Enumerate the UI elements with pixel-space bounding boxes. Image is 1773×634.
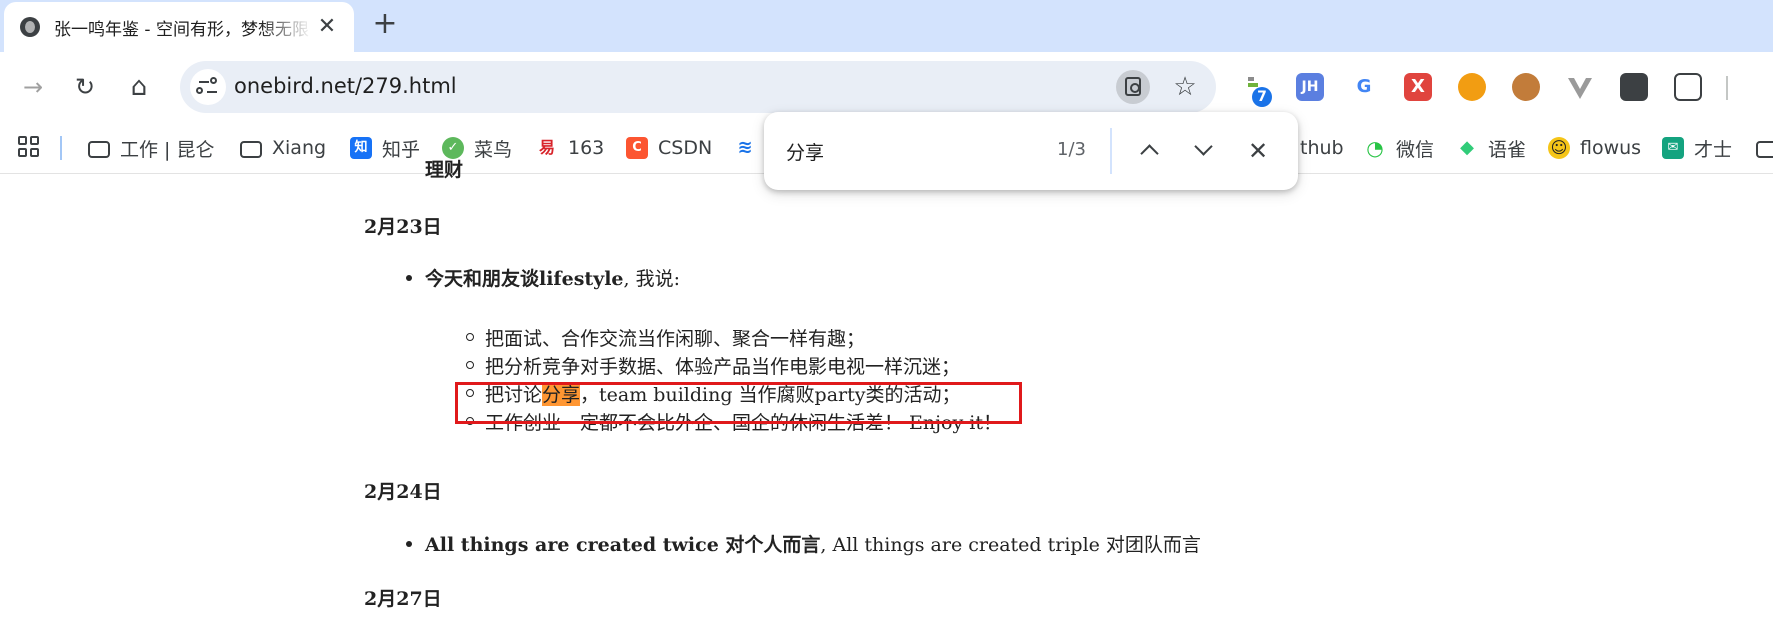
bookmark-github[interactable]: thub: [1300, 122, 1344, 174]
cookie-icon[interactable]: [1512, 73, 1540, 101]
bookmark-flowus[interactable]: ☺ flowus: [1548, 122, 1641, 174]
bookmark-partial-hidden[interactable]: ≋: [734, 122, 766, 174]
toolbar-divider: [1726, 76, 1728, 100]
bookmark-overflow-folder[interactable]: [1756, 122, 1773, 174]
sub-list-item: 把分析竞争对手数据、体验产品当作电影电视一样沉迷；: [485, 356, 961, 378]
bookmark-label: 163: [568, 137, 605, 159]
extension-badge: 7: [1252, 87, 1272, 107]
find-match-count: 1/3: [1057, 139, 1086, 160]
bookmark-label: thub: [1300, 137, 1344, 159]
bullet-circle: [466, 361, 474, 369]
bullet-circle: [466, 333, 474, 341]
bookmark-work-folder[interactable]: 工作 | 昆仑: [88, 122, 214, 174]
date-heading: 2月27日: [364, 588, 442, 610]
bookmark-caishi[interactable]: ✉ 才士: [1662, 122, 1732, 174]
layers-icon: ≋: [734, 137, 756, 159]
csdn-icon: C: [626, 137, 648, 159]
list-item: All things are created twice 对个人而言, All …: [425, 534, 1201, 556]
folder-icon: [1756, 141, 1773, 158]
date-heading: 2月23日: [364, 216, 442, 238]
bookmarks-separator: [60, 136, 62, 160]
bookmark-label: 菜鸟: [474, 138, 513, 161]
vue-icon[interactable]: [1566, 73, 1594, 101]
puzzle-icon[interactable]: [1674, 73, 1702, 101]
chevron-down-icon: [1194, 137, 1213, 156]
find-separator: [1110, 128, 1112, 174]
zhihu-icon: 知: [350, 137, 372, 159]
bookmark-wechat[interactable]: ◔ 微信: [1364, 122, 1434, 174]
find-next-button[interactable]: [1186, 133, 1222, 169]
find-close-icon[interactable]: ✕: [1240, 133, 1276, 169]
tab-title: 张一鸣年鉴 - 空间有形，梦想无限: [54, 19, 309, 40]
bookmark-label: 微信: [1396, 138, 1435, 161]
bookmark-xiang-folder[interactable]: Xiang: [240, 122, 326, 174]
bookmark-label: 工作 | 昆仑: [120, 138, 215, 161]
bookmark-label: CSDN: [658, 137, 713, 159]
reload-icon[interactable]: ↻: [68, 70, 102, 104]
tab-strip: 张一鸣年鉴 - 空间有形，梦想无限 ✕ +: [0, 0, 1773, 52]
caishi-icon: ✉: [1662, 137, 1684, 159]
find-previous-button[interactable]: [1132, 133, 1168, 169]
home-icon[interactable]: ⌂: [122, 70, 156, 104]
bookmark-163[interactable]: 易 163: [536, 122, 604, 174]
incognito-icon[interactable]: [1620, 73, 1648, 101]
bookmark-csdn[interactable]: C CSDN: [626, 122, 712, 174]
folder-icon: [240, 141, 262, 158]
bookmark-label: Xiang: [272, 137, 327, 159]
new-tab-button[interactable]: +: [370, 9, 400, 40]
address-bar[interactable]: onebird.net/279.html ☆: [180, 61, 1216, 113]
clock-icon[interactable]: [1458, 73, 1486, 101]
find-input[interactable]: 分享: [786, 138, 824, 165]
sub-list-item: 把面试、合作交流当作闲聊、聚合一样有趣；: [485, 328, 866, 350]
bullet-disc: [406, 541, 412, 547]
list-item: 今天和朋友谈lifestyle, 我说:: [425, 268, 681, 290]
translate-icon[interactable]: G: [1350, 73, 1378, 101]
annotation-box: [455, 382, 1022, 424]
chevron-up-icon: [1140, 144, 1159, 163]
find-in-page-icon[interactable]: [1116, 70, 1150, 104]
bookmark-yuque[interactable]: ◆ 语雀: [1456, 122, 1526, 174]
url-text[interactable]: onebird.net/279.html: [234, 74, 457, 98]
x-icon[interactable]: X: [1404, 73, 1432, 101]
date-heading: 2月24日: [364, 481, 442, 503]
bookmark-label: 语雀: [1488, 138, 1527, 161]
site-settings-icon[interactable]: [190, 69, 226, 105]
apps-icon[interactable]: [18, 136, 40, 158]
bookmark-zhihu[interactable]: 知 知乎: [350, 122, 420, 174]
find-bar: 分享 1/3 ✕: [764, 112, 1298, 190]
bookmark-star-icon[interactable]: ☆: [1168, 70, 1202, 104]
partial-top-text: 理财: [425, 159, 464, 181]
forward-icon[interactable]: →: [16, 70, 50, 104]
bullet-disc: [406, 275, 412, 281]
globe-icon: [20, 17, 40, 37]
wechat-icon: ◔: [1364, 137, 1386, 159]
flowus-icon: ☺: [1548, 137, 1570, 159]
active-tab[interactable]: 张一鸣年鉴 - 空间有形，梦想无限 ✕: [4, 2, 354, 52]
netease-icon: 易: [536, 137, 558, 159]
yuque-icon: ◆: [1456, 137, 1478, 159]
jh-icon[interactable]: JH: [1296, 73, 1324, 101]
tab-close-icon[interactable]: ✕: [316, 16, 338, 38]
folder-icon: [88, 141, 110, 158]
bookmark-label: 才士: [1694, 138, 1733, 161]
bookmark-label: 知乎: [382, 138, 421, 161]
bookmark-label: flowus: [1580, 137, 1642, 159]
